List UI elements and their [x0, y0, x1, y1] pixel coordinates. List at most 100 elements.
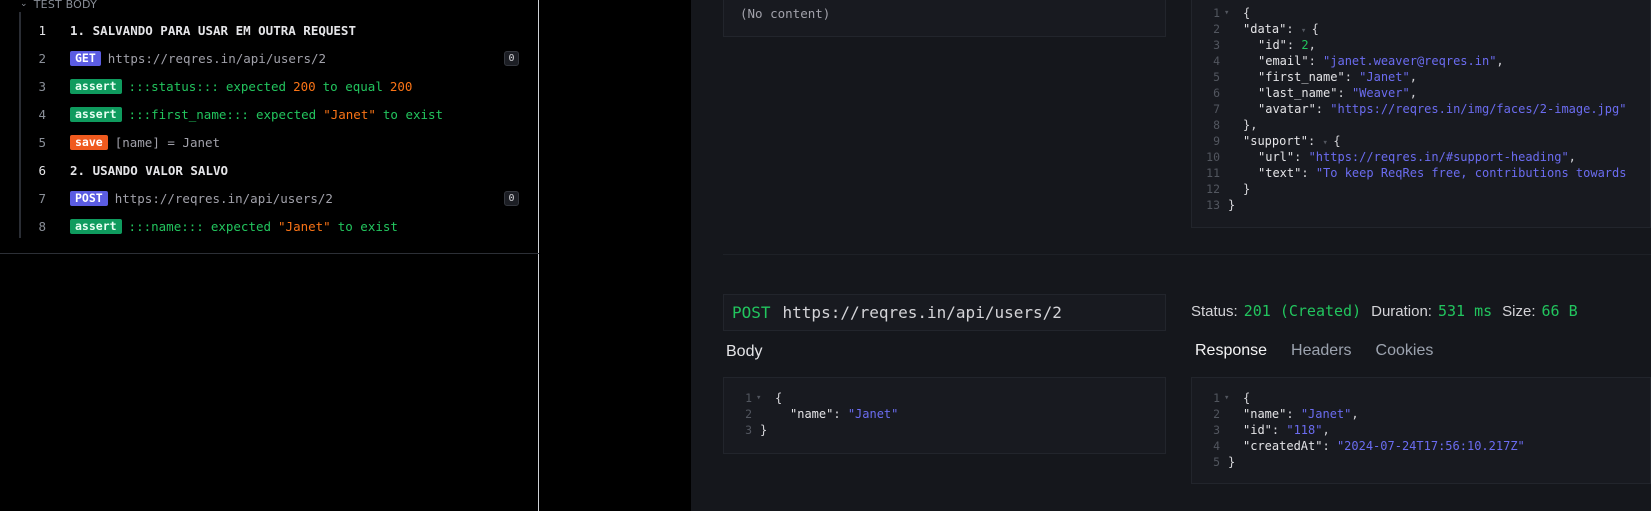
test-body-line: 3 assert:::status::: expected 200 to equal 20… [0, 72, 539, 100]
code-text: "name": "Janet", [1243, 407, 1359, 421]
json-string: "Janet" [847, 407, 899, 421]
json-string: "To keep ReqRes free, contributions towa… [1315, 166, 1627, 180]
code-text: "text": "To keep ReqRes free, contributi… [1258, 166, 1626, 180]
collapse-triangle-icon[interactable]: ▾ [1224, 393, 1229, 403]
json-string: "janet.weaver@reqres.in" [1323, 54, 1497, 68]
line-content: 2. USANDO VALOR SALVO [70, 163, 228, 178]
code-text: "email": "janet.weaver@reqres.in", [1258, 54, 1504, 68]
json-colon: : [833, 407, 848, 421]
test-body-panel: ⌄ TEST BODY 1 1. SALVANDO PARA USAR EM OU… [0, 0, 539, 511]
line-content: assert:::name::: expected "Janet" to exist [70, 218, 398, 234]
line-content: POST https://reqres.in/api/users/2 [70, 190, 333, 206]
test-body-line: 8 assert:::name::: expected "Janet" to exist [0, 212, 539, 240]
size-value: 66 B [1541, 302, 1578, 320]
json-brace: } [760, 423, 768, 437]
duration-label: Duration: [1371, 302, 1432, 320]
line-content: assert:::status::: expected 200 to equal 200 [70, 78, 412, 94]
json-key: "id" [1243, 423, 1272, 437]
line-number: 11 [1206, 166, 1220, 180]
assert-verb: expected [225, 78, 287, 94]
json-colon: : [1294, 150, 1309, 164]
json-key: "id" [1258, 38, 1287, 52]
response-status-line: Status: 201 (Created) Duration: 531 ms S… [1191, 302, 1582, 320]
assert-value: "Janet" [323, 106, 376, 122]
line-number: 5 [1213, 455, 1220, 469]
json-key: "name" [1243, 407, 1287, 421]
line-number: 2 [1213, 22, 1220, 36]
line-number: 2 [1213, 407, 1220, 421]
line-content: GET https://reqres.in/api/users/2 [70, 50, 326, 66]
test-body-line: 7 0 POST https://reqres.in/api/users/2 [0, 184, 539, 212]
code-text: } [1228, 198, 1235, 212]
line-number: 7 [1213, 102, 1220, 116]
json-brace: }, [1243, 118, 1258, 132]
request-body-box: 1 ▾ {2 "name": "Janet" 3} [723, 377, 1166, 454]
line-number: 1 [745, 391, 752, 405]
tab-headers[interactable]: Headers [1291, 342, 1351, 360]
code-text: } [760, 423, 767, 437]
json-colon: : [1344, 70, 1360, 84]
json-brace: } [1243, 182, 1251, 196]
json-key: "avatar" [1258, 102, 1316, 116]
code-text: "avatar": "https://reqres.in/img/faces/2… [1258, 102, 1626, 116]
json-colon: : [1308, 134, 1323, 148]
json-string: "2024-07-24T17:56:10.217Z" [1336, 439, 1525, 453]
assert-subject: :::name::: [128, 218, 204, 234]
collapse-triangle-icon[interactable]: ▾ [1322, 138, 1333, 148]
line-number: 12 [1206, 182, 1220, 196]
json-colon: : [1286, 407, 1301, 421]
assert-verb: expected [210, 218, 272, 234]
line-number: 6 [1213, 86, 1220, 100]
response-body-box: 1 ▾ {2 "data": ▾ {3 "id": 2, 4 "email": "jane… [1191, 0, 1651, 228]
json-key: "data" [1243, 22, 1287, 36]
test-body-header[interactable]: ⌄ TEST BODY [20, 0, 97, 11]
line-number: 6 [38, 162, 46, 178]
method-badge: POST [70, 190, 108, 206]
test-body-line: 5 save [name] = Janet [0, 128, 539, 156]
chevron-down-icon[interactable]: ⌄ [20, 0, 28, 9]
json-key: "name" [790, 407, 834, 421]
request-url[interactable]: https://reqres.in/api/users/2 [108, 51, 326, 66]
json-string: "https://reqres.in/img/faces/2-image.jpg… [1330, 102, 1627, 116]
line-number: 3 [38, 78, 46, 94]
line-number: 5 [38, 134, 46, 150]
code-text: "support": ▾ { [1243, 134, 1341, 148]
json-string: "118" [1286, 423, 1323, 437]
json-key: "support" [1243, 134, 1309, 148]
request-url[interactable]: https://reqres.in/api/users/2 [115, 191, 333, 206]
code-text: "data": ▾ { [1243, 22, 1319, 36]
collapse-triangle-icon[interactable]: ▾ [756, 393, 761, 403]
tab-cookies[interactable]: Cookies [1376, 342, 1434, 360]
collapse-triangle-icon[interactable]: ▾ [1224, 8, 1229, 18]
line-number: 8 [38, 218, 46, 234]
size-label: Size: [1502, 302, 1536, 320]
json-number: 2 [1301, 38, 1309, 52]
response-body-box: 1 ▾ {2 "name": "Janet", 3 "id": "118", 4 "crea… [1191, 377, 1651, 484]
line-number: 1 [1213, 391, 1220, 405]
tab-response[interactable]: Response [1195, 342, 1267, 360]
code-text: { [1243, 6, 1250, 20]
code-text: "createdAt": "2024-07-24T17:56:10.217Z" [1243, 439, 1525, 453]
json-comma: , [1351, 407, 1359, 421]
request-count-badge: 0 [504, 190, 519, 206]
json-comma: , [1409, 86, 1417, 100]
line-number: 2 [38, 50, 46, 66]
request-body-box: (No content) [723, 0, 1166, 37]
save-expression: [name] = Janet [114, 134, 221, 150]
code-text: "first_name": "Janet", [1258, 70, 1417, 84]
code-text: "last_name": "Weaver", [1258, 86, 1417, 100]
method-badge: GET [70, 50, 101, 66]
json-colon: : [1286, 38, 1302, 52]
line-number: 4 [1213, 54, 1220, 68]
collapse-triangle-icon[interactable]: ▾ [1301, 26, 1312, 36]
body-label: Body [726, 343, 763, 360]
json-brace: { [1311, 22, 1319, 36]
line-number: 10 [1206, 150, 1220, 164]
json-colon: : [1315, 102, 1331, 116]
section-title: 1. SALVANDO PARA USAR EM OUTRA REQUEST [70, 22, 356, 38]
line-content: 1. SALVANDO PARA USAR EM OUTRA REQUEST [70, 23, 356, 38]
json-key: "text" [1258, 166, 1302, 180]
save-badge: save [70, 134, 108, 150]
json-key: "last_name" [1258, 86, 1338, 100]
json-brace: } [1228, 455, 1236, 469]
